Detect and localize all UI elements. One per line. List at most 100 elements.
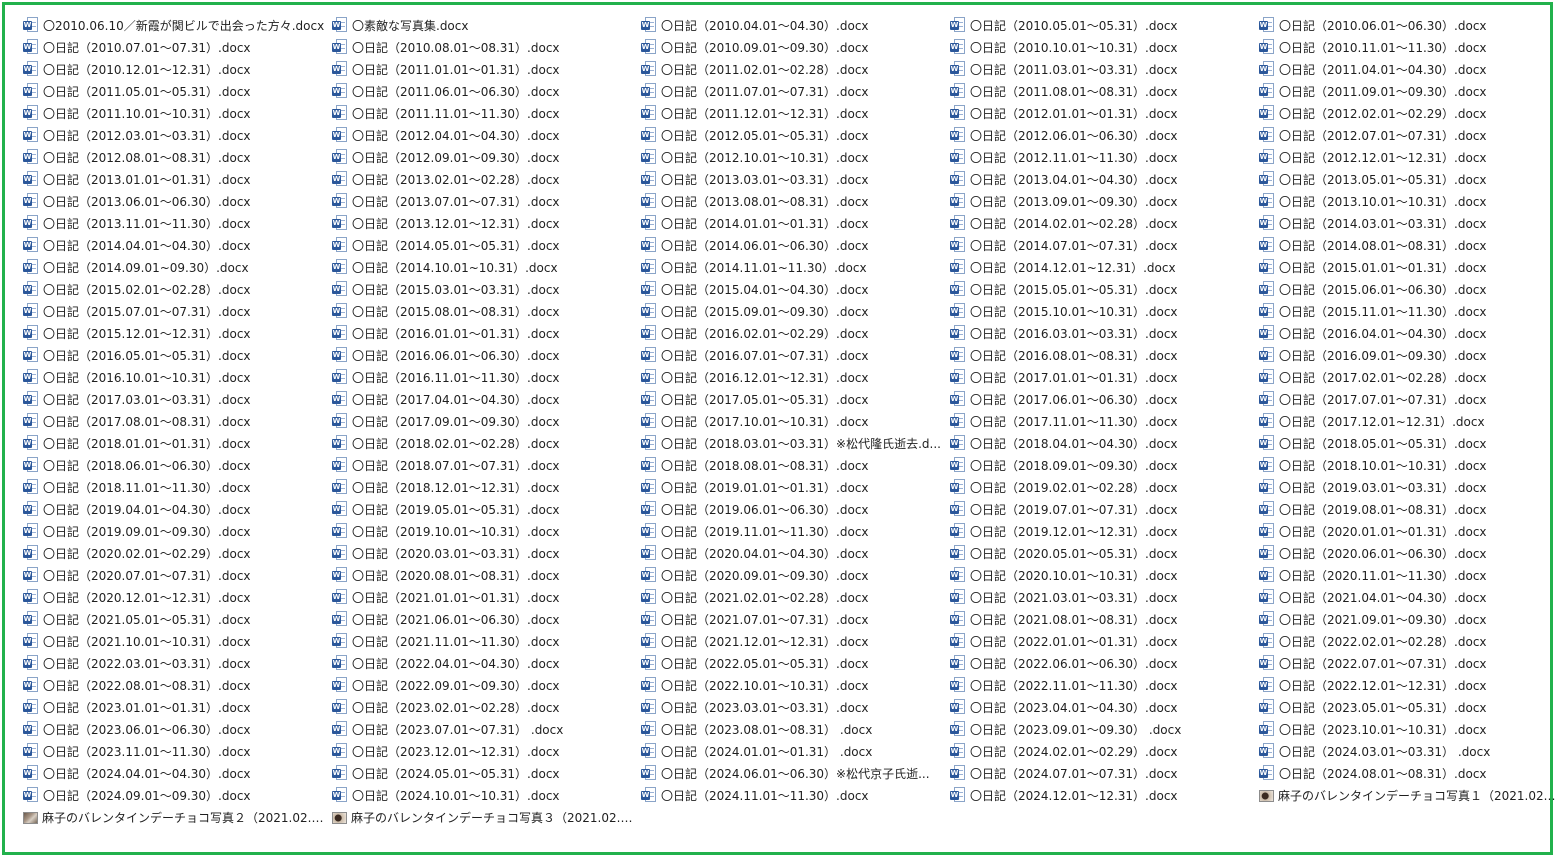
file-item[interactable]: W 〇日記（2021.12.01～12.31）.docx xyxy=(638,630,947,652)
file-item[interactable]: W 〇日記（2018.07.01～07.31）.docx xyxy=(329,454,638,476)
file-item[interactable]: W 〇日記（2024.08.01～08.31）.docx xyxy=(1256,762,1555,784)
file-item[interactable]: W 〇日記（2018.08.01～08.31）.docx xyxy=(638,454,947,476)
file-item[interactable]: W 〇日記（2010.06.01～06.30）.docx xyxy=(1256,14,1555,36)
file-item[interactable]: W 〇日記（2020.10.01～10.31）.docx xyxy=(947,564,1256,586)
file-item[interactable]: W 〇日記（2021.10.01～10.31）.docx xyxy=(20,630,329,652)
file-item[interactable]: 麻子のバレンタインデーチョコ写真３（2021.02.14）.... xyxy=(329,806,638,828)
file-item[interactable]: W 〇日記（2024.10.01～10.31）.docx xyxy=(329,784,638,806)
file-item[interactable]: W 〇日記（2013.11.01～11.30）.docx xyxy=(20,212,329,234)
file-item[interactable]: W 〇日記（2013.06.01～06.30）.docx xyxy=(20,190,329,212)
file-item[interactable]: W 〇日記（2011.08.01～08.31）.docx xyxy=(947,80,1256,102)
file-item[interactable]: W 〇日記（2021.07.01～07.31）.docx xyxy=(638,608,947,630)
file-item[interactable]: W 〇日記（2015.03.01～03.31）.docx xyxy=(329,278,638,300)
file-item[interactable]: W 〇日記（2024.04.01～04.30）.docx xyxy=(20,762,329,784)
file-item[interactable]: W 〇日記（2011.06.01～06.30）.docx xyxy=(329,80,638,102)
file-item[interactable]: W 〇日記（2013.12.01～12.31）.docx xyxy=(329,212,638,234)
file-item[interactable]: W 〇日記（2019.01.01～01.31）.docx xyxy=(638,476,947,498)
file-item[interactable]: W 〇日記（2023.09.01～09.30） .docx xyxy=(947,718,1256,740)
file-item[interactable]: W 〇日記（2022.11.01～11.30）.docx xyxy=(947,674,1256,696)
file-item[interactable]: W 〇日記（2023.06.01～06.30）.docx xyxy=(20,718,329,740)
file-item[interactable]: W 〇日記（2021.02.01～02.28）.docx xyxy=(638,586,947,608)
file-item[interactable]: W 〇日記（2018.02.01～02.28）.docx xyxy=(329,432,638,454)
file-item[interactable]: W 〇日記（2020.05.01～05.31）.docx xyxy=(947,542,1256,564)
file-item[interactable]: W 〇日記（2020.12.01～12.31）.docx xyxy=(20,586,329,608)
file-item[interactable]: W 〇日記（2016.02.01～02.29）.docx xyxy=(638,322,947,344)
file-item[interactable]: W 〇日記（2020.04.01～04.30）.docx xyxy=(638,542,947,564)
file-item[interactable]: W 〇日記（2023.10.01～10.31）.docx xyxy=(1256,718,1555,740)
file-item[interactable]: W 〇日記（2018.09.01～09.30）.docx xyxy=(947,454,1256,476)
file-item[interactable]: W 〇日記（2014.11.01~11.30）.docx xyxy=(638,256,947,278)
file-item[interactable]: W 〇日記（2013.01.01～01.31）.docx xyxy=(20,168,329,190)
file-item[interactable]: W 〇日記（2020.09.01～09.30）.docx xyxy=(638,564,947,586)
file-item[interactable]: W 〇日記（2011.09.01～09.30）.docx xyxy=(1256,80,1555,102)
file-item[interactable]: W 〇日記（2014.05.01～05.31）.docx xyxy=(329,234,638,256)
file-item[interactable]: W 〇2010.06.10／新霞が関ビルで出会った方々.docx xyxy=(20,14,329,36)
file-item[interactable]: W 〇日記（2018.12.01～12.31）.docx xyxy=(329,476,638,498)
file-item[interactable]: W 〇日記（2013.02.01～02.28）.docx xyxy=(329,168,638,190)
file-item[interactable]: W 〇日記（2010.11.01～11.30）.docx xyxy=(1256,36,1555,58)
file-item[interactable]: W 〇日記（2012.08.01～08.31）.docx xyxy=(20,146,329,168)
file-item[interactable]: W 〇日記（2018.10.01～10.31）.docx xyxy=(1256,454,1555,476)
file-item[interactable]: W 〇日記（2015.01.01～01.31）.docx xyxy=(1256,256,1555,278)
file-item[interactable]: W 〇日記（2019.08.01～08.31）.docx xyxy=(1256,498,1555,520)
file-item[interactable]: W 〇日記（2019.04.01～04.30）.docx xyxy=(20,498,329,520)
file-item[interactable]: W 〇日記（2015.07.01～07.31）.docx xyxy=(20,300,329,322)
file-item[interactable]: W 〇日記（2011.05.01～05.31）.docx xyxy=(20,80,329,102)
file-item[interactable]: W 〇日記（2023.07.01～07.31） .docx xyxy=(329,718,638,740)
file-item[interactable]: W 〇日記（2022.06.01～06.30）.docx xyxy=(947,652,1256,674)
file-item[interactable]: W 〇日記（2024.07.01～07.31）.docx xyxy=(947,762,1256,784)
file-item[interactable]: W 〇日記（2016.05.01～05.31）.docx xyxy=(20,344,329,366)
file-item[interactable]: W 〇日記（2024.02.01～02.29）.docx xyxy=(947,740,1256,762)
file-item[interactable]: W 〇日記（2017.04.01～04.30）.docx xyxy=(329,388,638,410)
file-item[interactable]: W 〇日記（2019.07.01～07.31）.docx xyxy=(947,498,1256,520)
file-item[interactable]: W 〇日記（2019.10.01～10.31）.docx xyxy=(329,520,638,542)
file-item[interactable]: W 〇日記（2023.11.01～11.30）.docx xyxy=(20,740,329,762)
file-item[interactable]: W 〇日記（2013.03.01～03.31）.docx xyxy=(638,168,947,190)
file-item[interactable]: W 〇日記（2014.08.01～08.31）.docx xyxy=(1256,234,1555,256)
file-item[interactable]: W 〇日記（2015.10.01～10.31）.docx xyxy=(947,300,1256,322)
file-item[interactable]: W 〇日記（2014.03.01～03.31）.docx xyxy=(1256,212,1555,234)
file-item[interactable]: W 〇日記（2015.09.01～09.30）.docx xyxy=(638,300,947,322)
file-item[interactable]: W 〇日記（2022.10.01～10.31）.docx xyxy=(638,674,947,696)
file-item[interactable]: W 〇日記（2017.07.01～07.31）.docx xyxy=(1256,388,1555,410)
file-item[interactable]: W 〇日記（2015.05.01～05.31）.docx xyxy=(947,278,1256,300)
file-item[interactable]: W 〇日記（2017.05.01～05.31）.docx xyxy=(638,388,947,410)
file-item[interactable]: W 〇日記（2014.10.01~10.31）.docx xyxy=(329,256,638,278)
file-item[interactable]: W 〇日記（2017.08.01～08.31）.docx xyxy=(20,410,329,432)
file-item[interactable]: W 〇日記（2016.12.01～12.31）.docx xyxy=(638,366,947,388)
file-item[interactable]: W 〇日記（2018.04.01～04.30）.docx xyxy=(947,432,1256,454)
file-item[interactable]: W 〇日記（2011.10.01～10.31）.docx xyxy=(20,102,329,124)
file-item[interactable]: W 〇日記（2024.11.01～11.30）.docx xyxy=(638,784,947,806)
file-item[interactable]: W 〇日記（2011.01.01～01.31）.docx xyxy=(329,58,638,80)
file-item[interactable]: W 〇日記（2010.09.01～09.30）.docx xyxy=(638,36,947,58)
file-item[interactable]: W 〇日記（2012.07.01～07.31）.docx xyxy=(1256,124,1555,146)
file-item[interactable]: W 〇日記（2020.06.01～06.30）.docx xyxy=(1256,542,1555,564)
file-item[interactable]: W 〇日記（2024.03.01～03.31） .docx xyxy=(1256,740,1555,762)
file-item[interactable]: W 〇日記（2018.05.01～05.31）.docx xyxy=(1256,432,1555,454)
file-item[interactable]: W 〇日記（2017.06.01～06.30）.docx xyxy=(947,388,1256,410)
file-item[interactable]: W 〇日記（2010.08.01～08.31）.docx xyxy=(329,36,638,58)
file-item[interactable]: W 〇日記（2017.11.01～11.30）.docx xyxy=(947,410,1256,432)
file-item[interactable]: W 〇日記（2016.01.01～01.31）.docx xyxy=(329,322,638,344)
file-item[interactable]: W 〇日記（2023.04.01～04.30）.docx xyxy=(947,696,1256,718)
file-item[interactable]: W 〇日記（2023.03.01～03.31）.docx xyxy=(638,696,947,718)
file-item[interactable]: W 〇日記（2017.02.01～02.28）.docx xyxy=(1256,366,1555,388)
file-item[interactable]: W 〇日記（2022.04.01～04.30）.docx xyxy=(329,652,638,674)
file-item[interactable]: W 〇日記（2023.05.01～05.31）.docx xyxy=(1256,696,1555,718)
file-item[interactable]: W 〇日記（2011.12.01～12.31）.docx xyxy=(638,102,947,124)
file-item[interactable]: W 〇日記（2022.01.01～01.31）.docx xyxy=(947,630,1256,652)
file-item[interactable]: W 〇日記（2010.10.01～10.31）.docx xyxy=(947,36,1256,58)
file-item[interactable]: W 〇日記（2020.02.01～02.29）.docx xyxy=(20,542,329,564)
file-item[interactable]: W 〇日記（2012.06.01～06.30）.docx xyxy=(947,124,1256,146)
file-item[interactable]: W 〇日記（2011.02.01～02.28）.docx xyxy=(638,58,947,80)
file-item[interactable]: W 〇日記（2010.04.01～04.30）.docx xyxy=(638,14,947,36)
file-item[interactable]: W 〇日記（2012.10.01～10.31）.docx xyxy=(638,146,947,168)
file-item[interactable]: W 〇日記（2013.05.01～05.31）.docx xyxy=(1256,168,1555,190)
file-item[interactable]: W 〇日記（2014.06.01～06.30）.docx xyxy=(638,234,947,256)
file-item[interactable]: W 〇日記（2024.01.01～01.31） .docx xyxy=(638,740,947,762)
file-item[interactable]: W 〇日記（2019.11.01～11.30）.docx xyxy=(638,520,947,542)
file-item[interactable]: W 〇日記（2015.08.01～08.31）.docx xyxy=(329,300,638,322)
file-item[interactable]: W 〇日記（2020.01.01～01.31）.docx xyxy=(1256,520,1555,542)
file-item[interactable]: W 〇日記（2012.01.01～01.31）.docx xyxy=(947,102,1256,124)
file-item[interactable]: W 〇日記（2015.02.01～02.28）.docx xyxy=(20,278,329,300)
